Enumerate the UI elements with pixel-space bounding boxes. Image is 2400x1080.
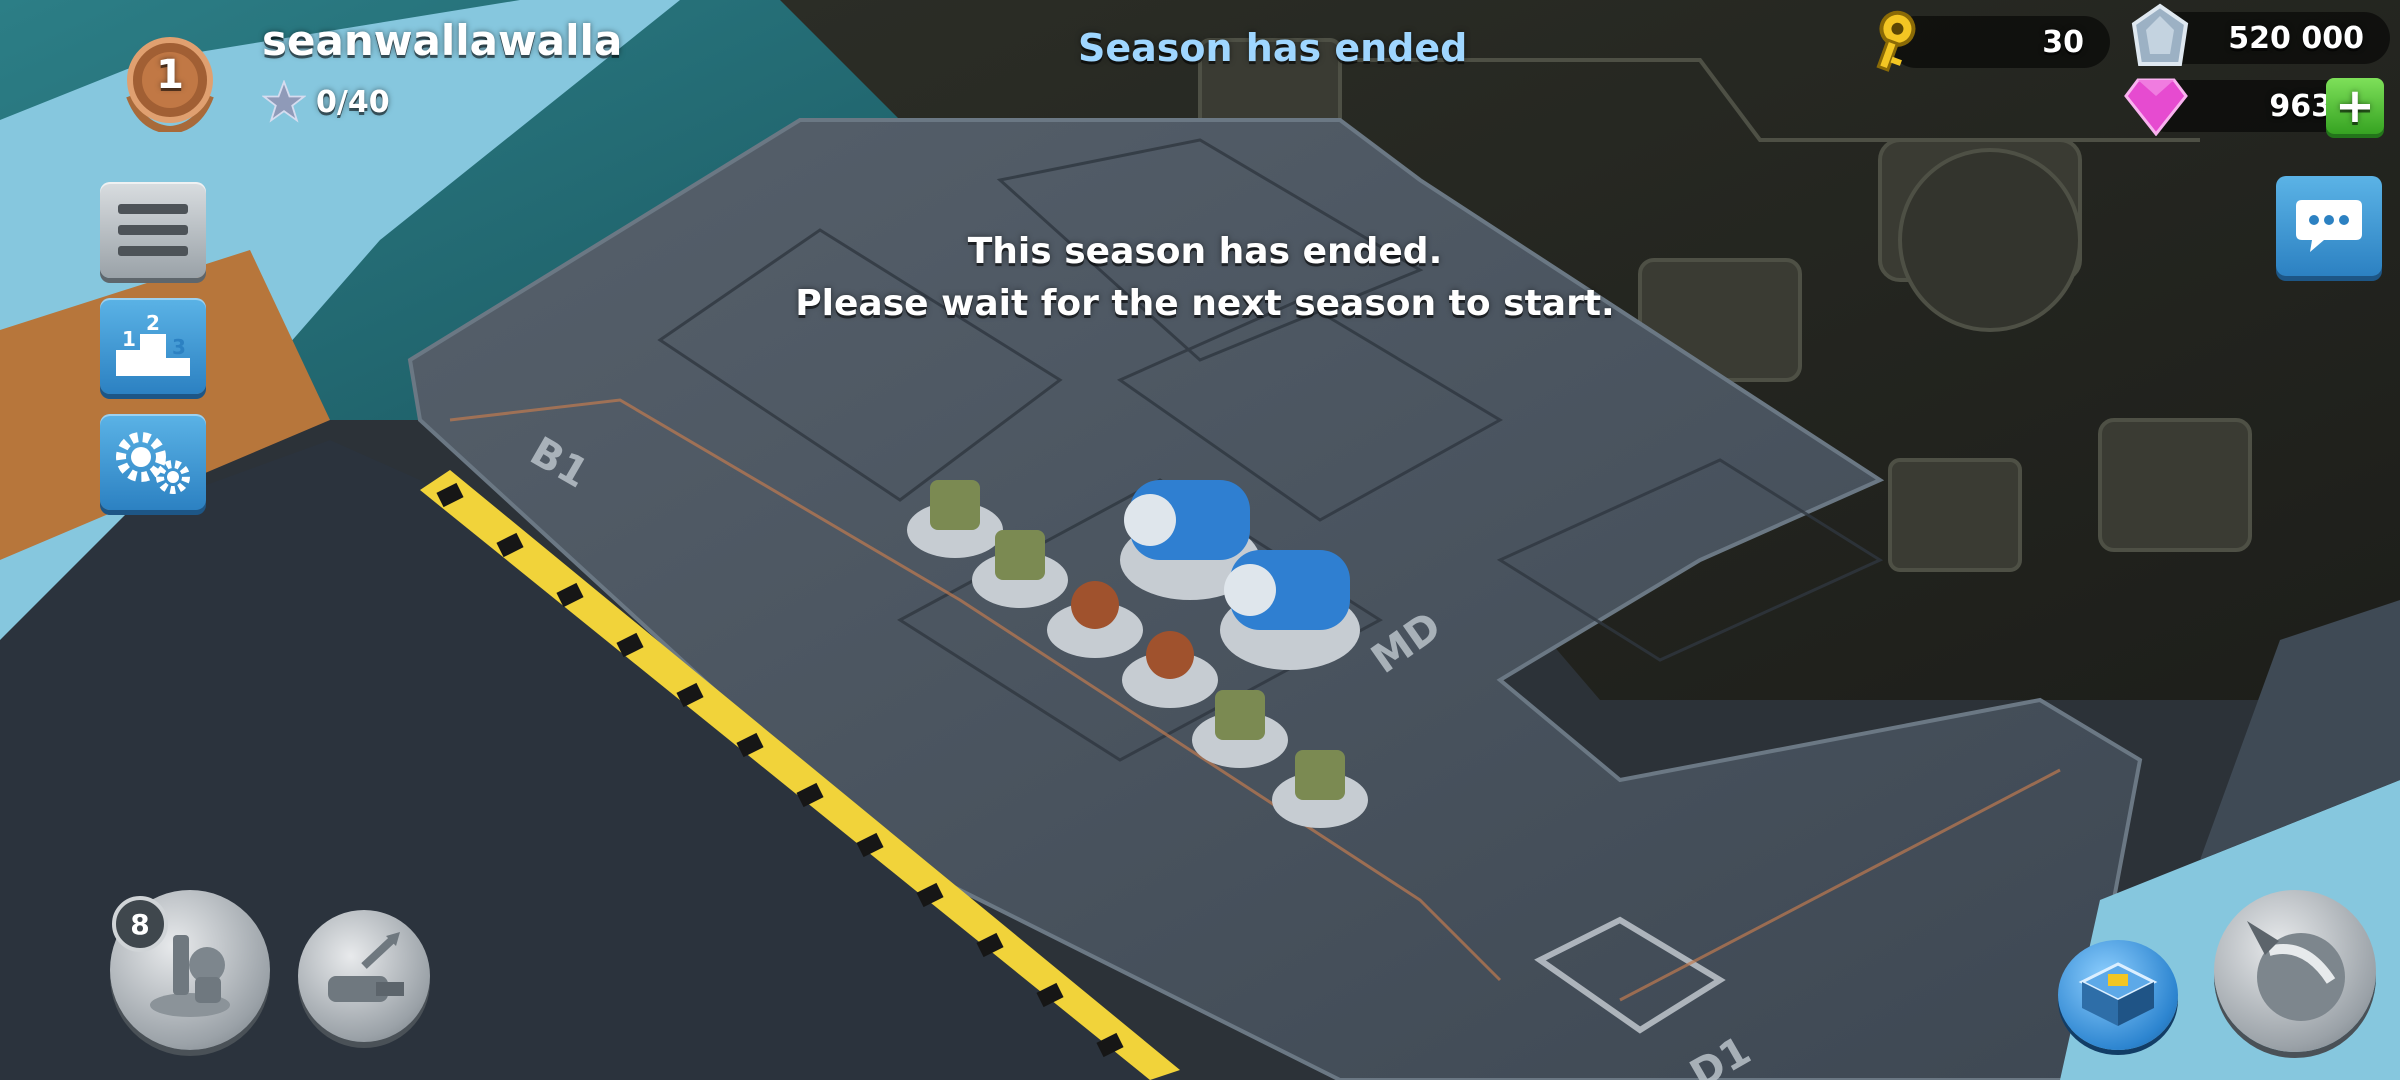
key-count: 30: [2042, 24, 2084, 60]
season-message-line1: This season has ended.: [967, 231, 1443, 272]
iron-icon: [2124, 2, 2196, 74]
ranking-button[interactable]: 1 2 3: [100, 298, 206, 394]
chat-button[interactable]: [2276, 176, 2382, 276]
plus-icon: +: [2334, 78, 2376, 134]
attack-icon: [2247, 921, 2345, 1021]
gem-icon: [2124, 76, 2188, 137]
star-count: 0/40: [316, 84, 390, 120]
buy-gems-button[interactable]: +: [2326, 78, 2384, 134]
star-icon: [262, 80, 306, 123]
cannon-unit[interactable]: [1220, 550, 1360, 670]
gem-count: 963: [2269, 88, 2332, 124]
season-message: This season has ended. Please wait for t…: [700, 226, 1710, 330]
ranking-icon: 1 2 3: [116, 314, 190, 376]
svg-text:3: 3: [172, 335, 186, 359]
headquarters-icon: [2078, 962, 2158, 1026]
troops-count-badge: 8: [112, 896, 168, 952]
svg-text:1: 1: [122, 327, 136, 351]
headquarters-button[interactable]: [2058, 940, 2178, 1050]
star-progress: 0/40: [262, 80, 390, 124]
menu-icon: [118, 204, 188, 256]
weapons-icon: [328, 932, 404, 1002]
chat-icon: [2296, 200, 2362, 252]
iron-count: 520 000: [2228, 20, 2364, 56]
svg-text:2: 2: [146, 314, 160, 335]
player-name: seanwallawalla: [262, 16, 623, 65]
menu-button[interactable]: [100, 182, 206, 278]
rank-medal-icon[interactable]: 1: [122, 36, 218, 135]
season-message-line2: Please wait for the next season to start…: [795, 283, 1615, 324]
season-status-title: Season has ended: [1078, 26, 1468, 70]
key-icon: [1858, 6, 1928, 76]
attack-button[interactable]: [2214, 890, 2376, 1052]
gear-icon: [116, 432, 190, 494]
settings-button[interactable]: [100, 414, 206, 510]
rank-number: 1: [156, 52, 184, 98]
weapons-button[interactable]: [298, 910, 430, 1042]
